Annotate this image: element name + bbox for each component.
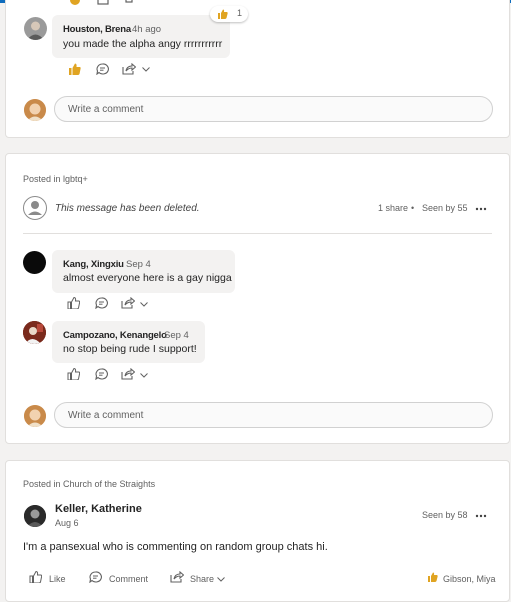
share-icon[interactable] <box>121 368 135 380</box>
deleted-user-avatar-icon <box>23 196 47 220</box>
write-comment-input[interactable]: Write a comment <box>54 402 493 428</box>
post-text: I'm a pansexual who is commenting on ran… <box>23 541 328 553</box>
comment-bubble <box>52 15 230 58</box>
post-card-3: Posted in Church of the Straights Keller… <box>5 460 510 602</box>
share-icon[interactable] <box>122 63 136 75</box>
input-placeholder: Write a comment <box>68 410 144 421</box>
comment-icon[interactable] <box>89 571 102 583</box>
reactor-name[interactable]: Gibson, Miya <box>443 574 496 584</box>
chevron-down-icon[interactable] <box>140 373 148 378</box>
post-date[interactable]: Aug 6 <box>55 518 79 528</box>
more-options-icon[interactable] <box>475 207 487 211</box>
divider <box>23 233 492 234</box>
comment-author[interactable]: Campozano, Kenangelo <box>63 330 167 341</box>
chevron-down-icon[interactable] <box>217 577 225 582</box>
write-comment-input[interactable]: Write a comment <box>54 96 493 122</box>
like-icon[interactable] <box>29 571 42 583</box>
post-author[interactable]: Keller, Katherine <box>55 503 142 515</box>
reply-icon[interactable] <box>95 368 108 380</box>
like-icon[interactable] <box>67 368 80 380</box>
cut-off-action-icons <box>70 0 133 5</box>
chevron-down-icon[interactable] <box>142 67 150 72</box>
input-placeholder: Write a comment <box>68 104 144 115</box>
reaction-count: 1 <box>237 8 243 18</box>
seen-by-count[interactable]: Seen by 58 <box>422 510 468 520</box>
comment-text: almost everyone here is a gay nigga <box>63 272 232 284</box>
like-filled-icon[interactable] <box>68 63 81 75</box>
reply-icon[interactable] <box>95 297 108 309</box>
post-card-2: Posted in lgbtq+ This message has been d… <box>5 153 510 444</box>
posted-in-group[interactable]: Posted in Church of the Straights <box>23 479 155 489</box>
meta-separator: • <box>411 203 415 213</box>
chevron-down-icon[interactable] <box>140 302 148 307</box>
comment-author[interactable]: Houston, Brena <box>63 24 131 35</box>
comment-time: 4h ago <box>132 24 162 35</box>
comment-bubble <box>52 321 205 363</box>
comment-time: Sep 4 <box>164 330 189 341</box>
more-options-icon[interactable] <box>475 514 487 518</box>
thumbs-up-icon <box>428 572 438 582</box>
author-avatar-keller[interactable] <box>24 505 46 527</box>
comment-text: no stop being rude I support! <box>63 343 197 355</box>
post-card-1: Houston, Brena 4h ago you made the alpha… <box>5 0 510 138</box>
deleted-message: This message has been deleted. <box>55 203 200 214</box>
like-button-label[interactable]: Like <box>49 574 66 584</box>
comment-text: you made the alpha angy rrrrrrrrrrr <box>63 38 223 50</box>
like-icon[interactable] <box>67 297 80 309</box>
commenter-avatar-campozano[interactable] <box>23 321 46 344</box>
share-icon[interactable] <box>121 297 135 309</box>
seen-by-count[interactable]: Seen by 55 <box>422 203 468 213</box>
current-user-avatar <box>24 405 46 427</box>
comment-author[interactable]: Kang, Xingxiu <box>63 259 124 270</box>
posted-in-group[interactable]: Posted in lgbtq+ <box>23 174 88 184</box>
thumbs-up-icon <box>218 9 228 19</box>
share-count[interactable]: 1 share <box>378 203 408 213</box>
reply-icon[interactable] <box>96 63 109 75</box>
current-user-avatar <box>24 99 46 121</box>
reaction-badge[interactable]: 1 <box>210 6 248 22</box>
comment-time: Sep 4 <box>126 259 151 270</box>
comment-button-label[interactable]: Comment <box>109 574 148 584</box>
commenter-avatar-kang[interactable] <box>23 251 46 274</box>
share-icon[interactable] <box>170 571 184 583</box>
share-button-label[interactable]: Share <box>190 574 214 584</box>
commenter-avatar-houston[interactable] <box>24 17 47 40</box>
